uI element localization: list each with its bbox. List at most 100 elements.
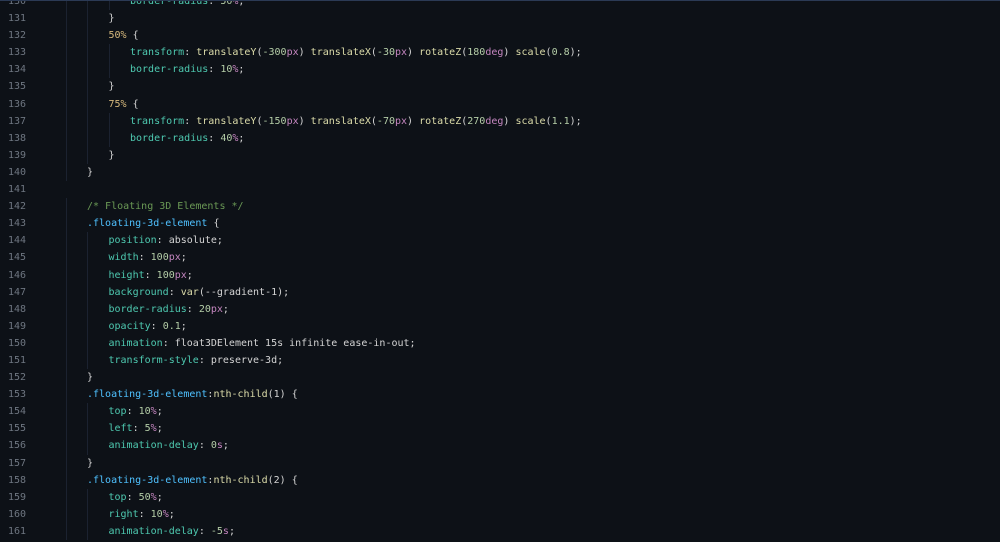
code-token: : [198,525,211,537]
code-text: background: var(--gradient-1); [109,284,290,301]
code-token: : [184,47,197,59]
code-line[interactable]: 138 border-radius: 40%; [0,129,1000,147]
code-token: rotateZ [419,47,462,59]
code-token: } [108,81,115,93]
code-text: opacity: 0.1; [109,318,187,335]
code-line[interactable]: 150 animation: float3DElement 15s infinit… [0,334,1000,352]
code-line[interactable]: 140} [0,163,1000,182]
code-token: 10 [150,508,163,520]
code-editor[interactable]: 130 border-radius: 50%; 131} 132 50% {133 tra… [0,0,1000,542]
code-text: } [109,10,115,27]
indent-guide [65,283,67,301]
code-line[interactable]: 159 top: 50%; [0,488,1000,506]
indent-guide [87,317,88,335]
code-token: ) [503,47,516,59]
indent-guide [87,27,88,45]
indent-guide [87,505,88,523]
code-line[interactable]: 131} [0,10,1000,28]
code-line[interactable]: 143 .floating-3d-element { [0,215,1000,233]
code-token: ); [569,47,582,59]
code-line[interactable]: 130 border-radius: 50%; [0,0,1000,11]
code-token: translateY [196,115,257,127]
code-token: 10 [138,406,151,418]
indent-guide [65,129,67,147]
code-line[interactable]: 132 50% { [0,27,1000,45]
code-line[interactable]: 152} [0,369,1000,387]
indent-guide [65,488,67,506]
code-line[interactable]: 134 border-radius: 10%; [0,61,1000,79]
line-number: 149 [8,320,27,332]
code-token: } [87,166,94,178]
code-token: : [208,132,221,144]
indent-guide [108,129,110,147]
indent-guide [65,249,67,267]
code-token: transform [130,115,185,127]
code-line[interactable]: 144 position: absolute; [0,232,1000,250]
code-text: /* Floating 3D Elements */ [87,198,244,215]
code-line[interactable]: 158 .floating-3d-element:nth-child(2) { [0,471,1000,489]
indent-guide [108,1,110,11]
code-line[interactable]: 154 top: 10%; [0,403,1000,421]
code-line[interactable]: 155 left: 5%; [0,420,1000,438]
code-token: : [186,303,199,315]
code-token: ; [216,235,223,247]
line-number: 138 [8,132,27,144]
line-number: 158 [8,474,27,486]
code-line[interactable]: 156 animation-delay: 0s; [0,437,1000,455]
code-line[interactable]: 135} [0,78,1000,96]
code-token: translateX [310,47,371,59]
line-number: 160 [8,508,27,520]
code-token: height [108,269,145,281]
code-token: position [108,235,157,247]
code-line[interactable]: 160 right: 10%; [0,505,1000,523]
code-token: : [208,0,221,7]
code-line[interactable]: 148 border-radius: 20px; [0,300,1000,318]
code-token: background [108,286,169,298]
code-line[interactable]: 136 75% { [0,95,1000,113]
code-line[interactable]: 151 transform-style: preserve-3d; [0,351,1000,370]
indent-guide [87,95,88,113]
code-token: nth-child [213,389,268,401]
code-token: .floating-3d-element [87,474,208,486]
code-text: left: 5%; [109,420,163,437]
indent-guide [65,10,67,28]
code-line[interactable]: 149 opacity: 0.1; [0,317,1000,335]
code-text: border-radius: 10%; [130,61,244,78]
code-line[interactable]: 145 width: 100px; [0,249,1000,267]
code-line[interactable]: 161 animation-delay: -5s; [0,522,1000,540]
line-number: 152 [8,372,27,384]
code-line[interactable]: 139} [0,146,1000,164]
line-number: 136 [8,98,27,110]
code-line[interactable]: 146 height: 100px; [0,266,1000,284]
code-line[interactable]: 147 background: var(--gradient-1); [0,283,1000,301]
code-token: : [150,320,163,332]
indent-guide [65,215,67,233]
code-token: 100 [156,269,175,281]
code-line[interactable]: 142 /* Floating 3D Elements */ [0,198,1000,216]
code-line[interactable]: 153 .floating-3d-element:nth-child(1) { [0,386,1000,404]
line-number: 155 [8,423,27,435]
code-line[interactable]: 133 transform: translateY(-300px) transla… [0,44,1000,62]
code-token: ; [186,269,193,281]
indent-guide [87,403,88,421]
code-line[interactable]: 157} [0,454,1000,472]
code-token: } [108,13,115,25]
indent-guide [87,283,88,301]
line-number: 153 [8,389,27,401]
indent-guide [87,1,88,11]
indent-guide [108,61,110,79]
line-number: 131 [8,13,27,25]
code-token: -300 [262,47,287,59]
indent-guide [65,232,67,250]
code-token: left [108,423,133,435]
indent-guide [65,522,67,540]
code-token: : [156,235,169,247]
code-line[interactable]: 137 transform: translateY(-150px) transla… [0,112,1000,130]
code-token: 20 [198,303,211,315]
code-token: .floating-3d-element [87,218,208,230]
indent-guide [87,112,88,130]
code-line[interactable]: 141 [0,181,1000,198]
indent-guide [87,78,88,96]
code-token: ; [156,423,163,435]
code-token: px [286,47,299,59]
